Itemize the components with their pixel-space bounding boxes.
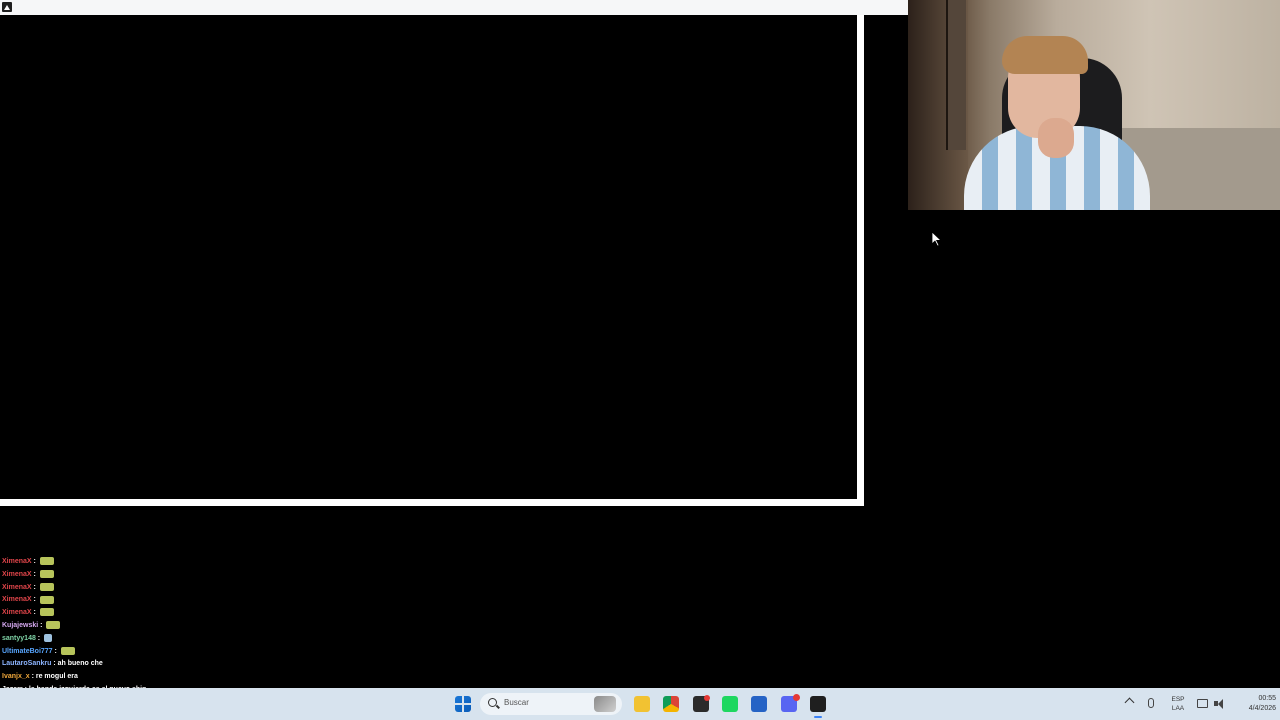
- clock-date: 4/4/2026: [1248, 705, 1276, 712]
- chat-username: XimenaX: [2, 558, 32, 565]
- chat-emote-icon: [46, 621, 61, 630]
- chat-separator: :: [38, 621, 45, 629]
- taskbar: Buscar: [0, 688, 1280, 720]
- webcam-hair: [1002, 36, 1088, 74]
- chat-username: LautaroSankru: [2, 660, 52, 668]
- chat-username: Ivanjx_x: [2, 673, 30, 681]
- mouse-cursor-icon: [932, 232, 942, 247]
- chat-emote-icon: [39, 582, 54, 591]
- chat-separator: :: [35, 634, 43, 642]
- chat-emote-icon: [44, 633, 53, 642]
- taskbar-search-box[interactable]: Buscar: [480, 693, 622, 715]
- chat-username: Kujajewski: [2, 621, 39, 629]
- webcam-hand: [1038, 118, 1074, 158]
- green-app-icon[interactable]: [722, 696, 738, 712]
- chat-emote-icon: [39, 608, 54, 617]
- blue-app-icon[interactable]: [751, 696, 767, 712]
- clock[interactable]: 00:55 4/4/2026: [1228, 694, 1276, 714]
- chat-text: re mogul era: [35, 673, 78, 681]
- chat-message: XimenaX :: [2, 594, 202, 607]
- chat-emote-icon: [39, 595, 54, 604]
- windows-start-icon[interactable]: [455, 696, 471, 712]
- chat-emote-icon: [39, 557, 54, 566]
- chat-message: LautaroSankru : ah bueno che: [2, 658, 202, 671]
- network-icon[interactable]: [1197, 699, 1208, 708]
- chat-username: UltimateBoi777: [2, 647, 53, 655]
- microphone-icon[interactable]: [1148, 698, 1154, 708]
- chat-separator: :: [52, 647, 59, 655]
- app-logo-icon[interactable]: [2, 2, 12, 12]
- search-highlight-icon: [594, 696, 616, 712]
- chat-username: XimenaX: [2, 609, 32, 617]
- chat-message: XimenaX :: [2, 556, 202, 569]
- volume-icon[interactable]: [1214, 699, 1224, 709]
- search-placeholder: Buscar: [504, 698, 529, 707]
- chat-username: XimenaX: [2, 596, 32, 604]
- chat-separator: :: [31, 583, 38, 591]
- webcam-overlay: [908, 0, 1280, 210]
- chat-separator: :: [31, 558, 38, 565]
- keyboard-layout: LAA: [1171, 705, 1185, 712]
- chat-username: XimenaX: [2, 583, 32, 591]
- language-code: ESP: [1171, 696, 1185, 703]
- recording-indicator-icon: [704, 695, 710, 701]
- chat-message: XimenaX :: [2, 582, 202, 595]
- chat-message: Ivanjx_x : re mogul era: [2, 671, 202, 684]
- chat-username: XimenaX: [2, 570, 32, 578]
- chat-username: santyy148: [2, 634, 36, 642]
- notification-badge-icon: [793, 694, 800, 701]
- horizontal-scrollbar[interactable]: [0, 499, 864, 506]
- chat-message: Kujajewski :: [2, 620, 202, 633]
- chat-message: santyy148 :: [2, 633, 202, 646]
- chat-separator: :: [31, 570, 38, 578]
- chat-emote-icon: [39, 569, 54, 578]
- app-titlebar: [0, 0, 908, 15]
- clock-time: 00:55: [1258, 695, 1276, 702]
- language-indicator[interactable]: ESP LAA: [1168, 695, 1188, 713]
- chat-emote-icon: [60, 646, 75, 655]
- chat-overlay: XimenaX : XimenaX : XimenaX : XimenaX : …: [2, 556, 202, 688]
- chat-text: ah bueno che: [57, 660, 103, 668]
- search-icon: [488, 698, 497, 707]
- chat-message: UltimateBoi777 :: [2, 646, 202, 659]
- active-app-icon[interactable]: [810, 696, 826, 712]
- app-canvas[interactable]: [0, 15, 857, 499]
- webcam-door: [946, 0, 966, 150]
- chat-message: XimenaX :: [2, 607, 202, 620]
- active-indicator: [814, 716, 822, 718]
- chat-message: XimenaX :: [2, 569, 202, 582]
- vertical-scrollbar[interactable]: [857, 15, 864, 506]
- chat-separator: :: [31, 609, 38, 617]
- chrome-icon[interactable]: [663, 696, 679, 712]
- file-explorer-icon[interactable]: [634, 696, 650, 712]
- chat-separator: :: [31, 596, 38, 604]
